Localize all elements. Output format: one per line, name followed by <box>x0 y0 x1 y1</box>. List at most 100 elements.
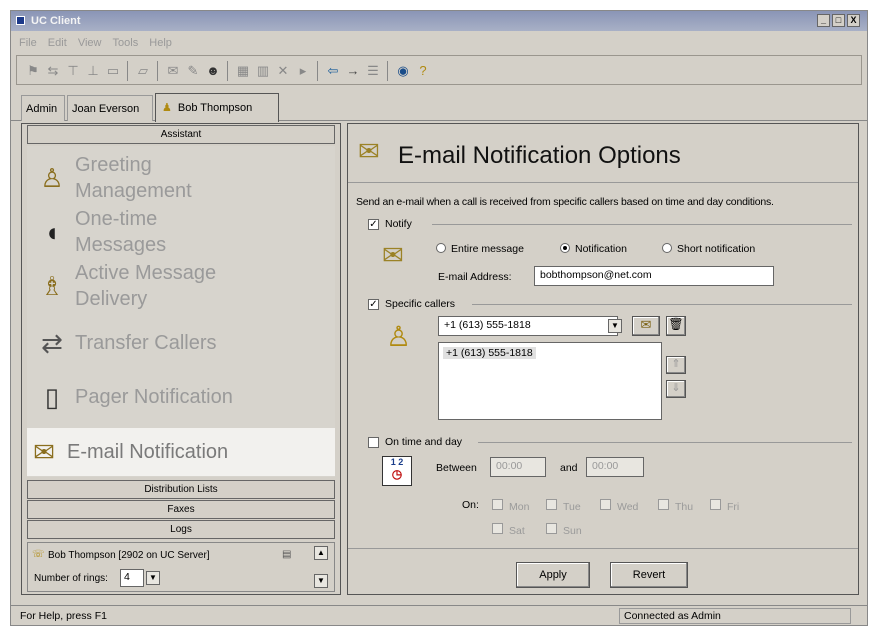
menu-file[interactable]: File <box>19 37 37 49</box>
connection-status-text: Connected as Admin <box>619 608 851 624</box>
help-icon[interactable]: ? <box>415 63 431 79</box>
day-sun-checkbox[interactable]: Sun <box>546 523 582 537</box>
between-label: Between <box>436 462 477 474</box>
caller-list-item[interactable]: +1 (613) 555-1818 <box>443 347 536 359</box>
close-button[interactable]: X <box>847 14 860 27</box>
apply-button[interactable]: Apply <box>516 562 590 588</box>
day-tue-checkbox[interactable]: Tue <box>546 499 581 513</box>
radio-label: Notification <box>575 243 627 255</box>
maximize-button[interactable]: □ <box>832 14 845 27</box>
forward-icon[interactable]: → <box>345 63 361 79</box>
nav-label: Transfer Callers <box>75 332 217 354</box>
day-check[interactable] <box>492 523 503 534</box>
callers-divider <box>472 304 852 305</box>
radio-label: Short notification <box>677 243 756 255</box>
nav-greeting-management[interactable]: ♙ Greeting Management <box>27 152 335 204</box>
specific-callers-label: Specific callers <box>385 298 456 310</box>
day-label: Sat <box>509 525 525 537</box>
time-to-input[interactable]: 00:00 <box>586 457 644 477</box>
tree-icon[interactable]: ⊤ <box>65 63 81 79</box>
time-divider <box>478 442 852 443</box>
list-icon[interactable]: ☰ <box>365 63 381 79</box>
radio-entire-message[interactable]: Entire message <box>436 243 524 255</box>
mail-icon[interactable]: ✉ <box>165 63 181 79</box>
day-thu-checkbox[interactable]: Thu <box>658 499 693 513</box>
notify-checkbox[interactable]: ✓ Notify <box>368 218 412 230</box>
move-up-button[interactable]: ⇑ <box>666 356 686 374</box>
day-check[interactable] <box>492 499 503 510</box>
add-caller-button[interactable]: ✉ <box>632 316 660 336</box>
menu-help[interactable]: Help <box>149 37 172 49</box>
day-check[interactable] <box>658 499 669 510</box>
open-folder-icon[interactable]: ▱ <box>135 63 151 79</box>
move-down-button[interactable]: ⇓ <box>666 380 686 398</box>
toolbar-separator <box>127 61 128 81</box>
people-icon[interactable]: ☻ <box>205 63 221 79</box>
radio-notification[interactable]: Notification <box>560 243 627 255</box>
radio-short-notification-dot[interactable] <box>662 243 672 253</box>
menu-edit[interactable]: Edit <box>48 37 67 49</box>
email-notification-icon: ✉ <box>358 136 380 166</box>
day-check[interactable] <box>710 499 721 510</box>
and-label: and <box>560 462 578 474</box>
nav-email-notification[interactable]: ✉ E-mail Notification <box>27 428 335 476</box>
rings-select[interactable]: 4 <box>120 569 144 587</box>
nav-active-message-delivery[interactable]: ♗ Active Message Delivery <box>27 260 335 312</box>
delete-icon[interactable]: ✕ <box>275 63 291 79</box>
nav-one-time-messages[interactable]: ◖ One-time Messages <box>27 206 335 258</box>
on-time-and-day-checkbox[interactable]: On time and day <box>368 436 462 448</box>
minimize-button[interactable]: _ <box>817 14 830 27</box>
distribution-lists-section[interactable]: Distribution Lists <box>27 480 335 499</box>
radio-notification-dot[interactable] <box>560 243 570 253</box>
day-wed-checkbox[interactable]: Wed <box>600 499 638 513</box>
play-icon[interactable]: ▸ <box>295 63 311 79</box>
tab-admin[interactable]: Admin <box>21 95 65 121</box>
day-label: Mon <box>509 501 530 513</box>
folder-icon[interactable]: ▭ <box>105 63 121 79</box>
grid-icon[interactable]: ▦ <box>235 63 251 79</box>
nav-pager-notification[interactable]: ▯ Pager Notification <box>27 374 335 420</box>
day-mon-checkbox[interactable]: Mon <box>492 499 529 513</box>
edit-icon[interactable]: ✎ <box>185 63 201 79</box>
day-check[interactable] <box>600 499 611 510</box>
globe-icon[interactable]: ◉ <box>395 63 411 79</box>
revert-button[interactable]: Revert <box>610 562 688 588</box>
scroll-down-button[interactable]: ▼ <box>314 574 328 588</box>
nav-label: E-mail Notification <box>67 441 229 463</box>
tab-bob-thompson[interactable]: ♟ Bob Thompson <box>155 93 279 122</box>
on-time-and-day-check[interactable] <box>368 436 379 448</box>
assistant-section-header[interactable]: Assistant <box>27 125 335 144</box>
new-user-icon[interactable]: ⚑ <box>25 63 41 79</box>
rings-label: Number of rings: <box>34 573 108 584</box>
menu-view[interactable]: View <box>78 37 102 49</box>
day-sat-checkbox[interactable]: Sat <box>492 523 525 537</box>
toolbar-separator <box>317 61 318 81</box>
notify-check[interactable]: ✓ <box>368 218 379 230</box>
menu-tools[interactable]: Tools <box>113 37 139 49</box>
back-icon[interactable]: ⇦ <box>325 63 341 79</box>
rings-dropdown-icon[interactable]: ▼ <box>146 571 160 585</box>
user-tabs: Admin Joan Everson ♟ Bob Thompson <box>11 91 867 122</box>
radio-entire-message-dot[interactable] <box>436 243 446 253</box>
split-icon[interactable]: ⇆ <box>45 63 61 79</box>
caller-select[interactable]: +1 (613) 555-1818 <box>438 316 618 336</box>
tree2-icon[interactable]: ⊥ <box>85 63 101 79</box>
specific-callers-check[interactable]: ✓ <box>368 298 379 310</box>
caller-dropdown-icon[interactable]: ▼ <box>608 319 622 333</box>
email-address-input[interactable]: bobthompson@net.com <box>534 266 774 286</box>
day-check[interactable] <box>546 523 557 534</box>
time-from-input[interactable]: 00:00 <box>490 457 546 477</box>
calendar-icon[interactable]: ▤ <box>282 549 291 560</box>
specific-callers-checkbox[interactable]: ✓ Specific callers <box>368 298 455 310</box>
logs-section[interactable]: Logs <box>27 520 335 539</box>
assistant-pane: Assistant ♙ Greeting Management ◖ One-ti… <box>21 123 341 595</box>
delete-caller-button[interactable]: 🗑 <box>666 316 686 336</box>
day-check[interactable] <box>546 499 557 510</box>
day-fri-checkbox[interactable]: Fri <box>710 499 739 513</box>
faxes-section[interactable]: Faxes <box>27 500 335 519</box>
radio-short-notification[interactable]: Short notification <box>662 243 755 255</box>
nav-transfer-callers[interactable]: ⇄ Transfer Callers <box>27 320 335 366</box>
grid2-icon[interactable]: ▥ <box>255 63 271 79</box>
scroll-up-button[interactable]: ▲ <box>314 546 328 560</box>
tab-joan-everson[interactable]: Joan Everson <box>67 95 153 121</box>
